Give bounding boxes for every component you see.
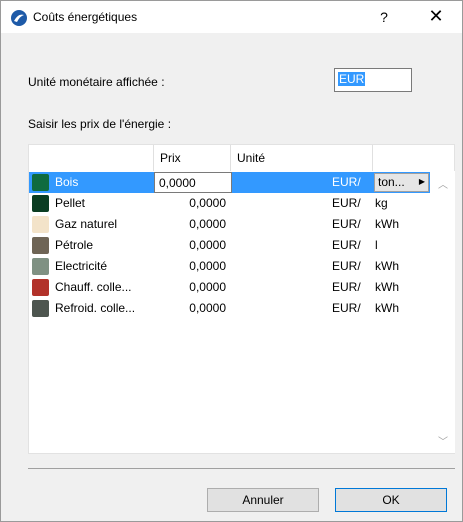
table-row[interactable]: Electricité 0,0000 EUR/kWh: [29, 256, 430, 277]
table-row[interactable]: Chauff. colle... 0,0000 EUR/kWh: [29, 277, 430, 298]
dialog-title: Coûts énergétiques: [33, 10, 138, 24]
energy-name: Bois: [55, 175, 79, 189]
unit-value: kWh: [375, 280, 399, 294]
currency-value: EUR: [338, 72, 366, 86]
table-row[interactable]: Pellet 0,0000 EUR/kg: [29, 193, 430, 214]
energy-name: Pellet: [55, 196, 86, 210]
unit-value: kg: [375, 196, 388, 210]
column-header-extra: [373, 145, 430, 171]
dropdown-arrow-icon: ▶: [418, 177, 425, 186]
energy-color-swatch: [32, 237, 49, 254]
energy-name: Gaz naturel: [55, 217, 118, 231]
energy-color-swatch: [32, 195, 49, 212]
column-header-unit[interactable]: Unité: [231, 145, 373, 171]
currency-label: Unité monétaire affichée :: [28, 75, 165, 89]
energy-prices-table: Prix Unité Bois 0,0000 EUR/ton... ▶ Pellet 0,…: [28, 144, 455, 454]
currency-input[interactable]: EUR: [334, 68, 412, 92]
unit-dropdown[interactable]: ton... ▶: [374, 173, 429, 192]
energy-name: Refroid. colle...: [55, 301, 136, 315]
vertical-scrollbar[interactable]: ︿ ﹀: [431, 171, 455, 453]
price-value[interactable]: 0,0000: [179, 217, 226, 231]
energy-name: Electricité: [55, 259, 108, 273]
unit-currency: EUR/: [332, 238, 361, 252]
close-button[interactable]: ✕: [411, 1, 461, 33]
unit-currency: EUR/: [332, 280, 361, 294]
unit-currency: EUR/: [332, 301, 361, 315]
prices-label: Saisir les prix de l'énergie :: [28, 117, 172, 131]
energy-color-swatch: [32, 279, 49, 296]
table-row[interactable]: Bois 0,0000 EUR/ton... ▶: [29, 172, 430, 193]
unit-currency: EUR/: [332, 196, 361, 210]
price-value[interactable]: 0,0000: [179, 259, 226, 273]
column-header-prix[interactable]: Prix: [154, 145, 231, 171]
cancel-button[interactable]: Annuler: [207, 488, 319, 512]
price-input[interactable]: 0,0000: [154, 172, 232, 193]
price-value[interactable]: 0,0000: [179, 280, 226, 294]
help-button[interactable]: ?: [361, 1, 407, 33]
price-value[interactable]: 0,0000: [179, 238, 226, 252]
unit-currency: EUR/: [332, 259, 361, 273]
table-row[interactable]: Refroid. colle... 0,0000 EUR/kWh: [29, 298, 430, 319]
price-value[interactable]: 0,0000: [179, 196, 226, 210]
price-value[interactable]: 0,0000: [179, 301, 226, 315]
energy-color-swatch: [32, 300, 49, 317]
table-row[interactable]: Pétrole 0,0000 EUR/l: [29, 235, 430, 256]
energy-costs-dialog: Coûts énergétiques ? ✕ Unité monétaire a…: [0, 0, 463, 522]
energy-name: Pétrole: [55, 238, 94, 252]
unit-value: kWh: [375, 301, 399, 315]
app-logo-icon: [11, 10, 27, 26]
title-bar: Coûts énergétiques ? ✕: [1, 1, 462, 33]
energy-color-swatch: [32, 174, 49, 191]
energy-color-swatch: [32, 258, 49, 275]
unit-value: kWh: [375, 259, 399, 273]
unit-value: l: [375, 238, 378, 252]
unit-value: kWh: [375, 217, 399, 231]
divider: [28, 468, 455, 469]
scroll-up-icon[interactable]: ︿: [431, 176, 455, 196]
table-row[interactable]: Gaz naturel 0,0000 EUR/kWh: [29, 214, 430, 235]
unit-currency: EUR/: [332, 175, 361, 189]
unit-currency: EUR/: [332, 217, 361, 231]
column-header-name[interactable]: [29, 145, 154, 171]
ok-button[interactable]: OK: [335, 488, 447, 512]
energy-name: Chauff. colle...: [55, 280, 132, 294]
energy-color-swatch: [32, 216, 49, 233]
unit-dropdown-value: ton...: [378, 175, 405, 189]
scroll-down-icon[interactable]: ﹀: [431, 433, 455, 453]
